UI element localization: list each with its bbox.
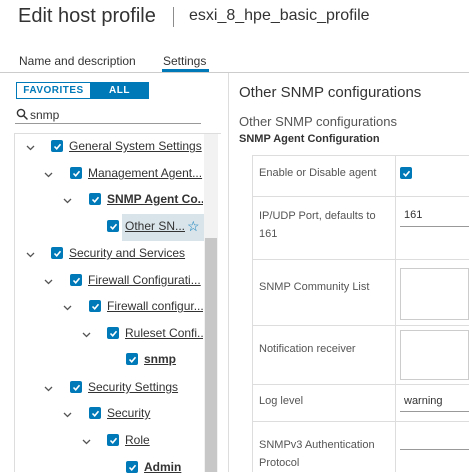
grid-line	[395, 155, 396, 472]
star-icon[interactable]: ☆	[187, 219, 200, 233]
grid-line	[252, 325, 469, 326]
community-list-textarea[interactable]	[400, 268, 469, 320]
port-input-underline	[400, 226, 469, 227]
tree-checkbox[interactable]	[126, 461, 138, 473]
checkmark-icon	[109, 223, 117, 230]
chevron-down-icon[interactable]	[26, 250, 35, 259]
search-underline	[15, 123, 201, 124]
tab-name-and-description[interactable]: Name and description	[19, 54, 136, 68]
tree-node-snmp[interactable]: snmp	[144, 352, 203, 366]
tree-node-management-agent[interactable]: Management Agent...	[88, 166, 203, 180]
search-input[interactable]	[30, 107, 195, 122]
enable-agent-checkbox[interactable]	[400, 167, 412, 179]
profile-name: esxi_8_hpe_basic_profile	[189, 7, 370, 24]
port-input[interactable]: 161	[404, 209, 422, 221]
tree-checkbox[interactable]	[107, 220, 119, 232]
tree-node-firewall-configuration[interactable]: Firewall Configurati...	[88, 273, 203, 287]
tree-checkbox[interactable]	[89, 300, 101, 312]
tree-checkbox[interactable]	[51, 247, 63, 259]
tree-node-security[interactable]: Security	[107, 406, 203, 420]
tree-node-ruleset-configuration[interactable]: Ruleset Confi...	[125, 326, 203, 340]
search-icon	[16, 108, 28, 120]
chevron-down-icon[interactable]	[26, 143, 35, 152]
grid-line	[252, 421, 469, 422]
tree-node-snmp-agent-configuration[interactable]: SNMP Agent Co...	[107, 192, 203, 206]
tree-checkbox[interactable]	[70, 274, 82, 286]
snmpv3-auth-input[interactable]	[400, 449, 469, 450]
grid-line	[252, 155, 253, 472]
chevron-down-icon[interactable]	[44, 170, 53, 179]
detail-heading: Other SNMP configurations	[239, 84, 422, 101]
checkmark-icon	[91, 303, 99, 310]
tree-scrollbar-thumb[interactable]	[205, 238, 217, 472]
field-label-notification-receiver: Notification receiver	[259, 343, 356, 355]
favorites-filter-button[interactable]: FAVORITES	[16, 82, 91, 99]
field-label-enable-agent: Enable or Disable agent	[259, 167, 377, 179]
grid-line	[252, 155, 469, 156]
grid-line	[252, 196, 469, 197]
checkmark-icon	[72, 277, 80, 284]
chevron-down-icon[interactable]	[44, 277, 53, 286]
checkmark-icon	[91, 196, 99, 203]
checkmark-icon	[128, 464, 136, 471]
field-label-port: IP/UDP Port, defaults to 161	[259, 210, 376, 240]
checkmark-icon	[91, 410, 99, 417]
tree-checkbox[interactable]	[70, 167, 82, 179]
tabs-divider	[0, 72, 469, 73]
tree-checkbox[interactable]	[89, 193, 101, 205]
tree-node-other-snmp-configurations[interactable]: Other SN...	[125, 219, 185, 233]
field-label-community-list: SNMP Community List	[259, 281, 370, 293]
notification-receiver-textarea[interactable]	[400, 330, 469, 380]
chevron-down-icon[interactable]	[82, 437, 91, 446]
all-filter-button[interactable]: ALL	[90, 82, 149, 99]
log-level-select[interactable]: warning	[404, 395, 443, 407]
tree-checkbox[interactable]	[51, 140, 63, 152]
grid-line	[252, 384, 469, 385]
tree-checkbox[interactable]	[107, 434, 119, 446]
chevron-down-icon[interactable]	[82, 330, 91, 339]
checkmark-icon	[109, 330, 117, 337]
tree-node-security-and-services[interactable]: Security and Services	[69, 246, 203, 260]
tree-checkbox[interactable]	[126, 353, 138, 365]
log-level-underline	[400, 411, 469, 412]
tree-node-firewall-configuration-child[interactable]: Firewall configur...	[107, 299, 203, 313]
tree-checkbox[interactable]	[70, 381, 82, 393]
detail-group-label: SNMP Agent Configuration	[239, 133, 380, 145]
grid-line	[252, 259, 469, 260]
page-title: Edit host profile	[18, 5, 156, 27]
chevron-down-icon[interactable]	[63, 196, 72, 205]
field-label-snmpv3-auth: SNMPv3 Authentication Protocol	[259, 439, 375, 469]
detail-subheading: Other SNMP configurations	[239, 114, 397, 129]
chevron-down-icon[interactable]	[63, 410, 72, 419]
pane-divider[interactable]	[228, 73, 229, 472]
checkmark-icon	[53, 250, 61, 257]
checkmark-icon	[109, 437, 117, 444]
checkmark-icon	[53, 143, 61, 150]
active-tab-indicator	[162, 69, 209, 72]
checkmark-icon	[128, 356, 136, 363]
checkmark-icon	[72, 384, 80, 391]
checkmark-icon	[72, 170, 80, 177]
tree-node-security-settings[interactable]: Security Settings	[88, 380, 203, 394]
chevron-down-icon[interactable]	[44, 384, 53, 393]
field-label-log-level: Log level	[259, 395, 304, 407]
tab-settings[interactable]: Settings	[163, 54, 206, 68]
chevron-down-icon[interactable]	[63, 303, 72, 312]
tree-checkbox[interactable]	[107, 327, 119, 339]
tree-checkbox[interactable]	[89, 407, 101, 419]
checkmark-icon	[402, 170, 410, 177]
tree-node-role[interactable]: Role	[125, 433, 203, 447]
title-separator	[173, 7, 174, 27]
tree-node-general-system-settings[interactable]: General System Settings	[69, 139, 203, 153]
